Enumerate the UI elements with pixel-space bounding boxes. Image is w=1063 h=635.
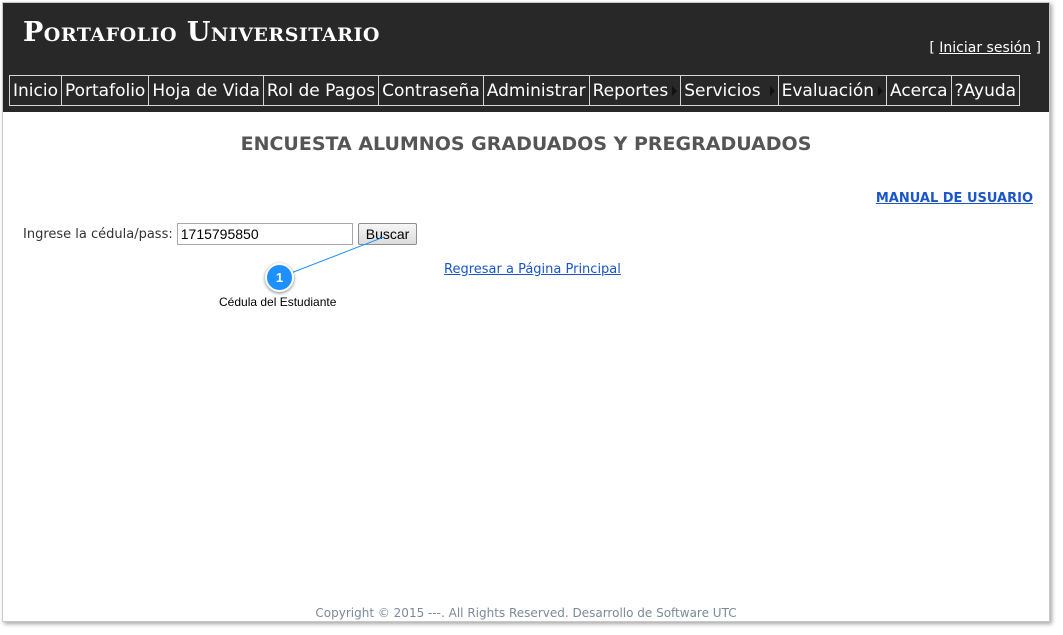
menu-item-label: Servicios: [684, 80, 761, 101]
menu-item-label: Inicio: [13, 80, 58, 101]
login-link[interactable]: Iniciar sesión: [939, 40, 1031, 56]
main-menu: Inicio Portafolio Hoja de Vida Rol de Pa…: [9, 75, 1021, 106]
annotation-label: Cédula del Estudiante: [219, 295, 337, 309]
menu-item-portafolio[interactable]: Portafolio: [60, 75, 150, 106]
menu-item-label: Rol de Pagos: [266, 80, 376, 101]
menu-item-label: Evaluación: [781, 80, 874, 101]
search-form: Ingrese la cédula/pass: Buscar: [23, 223, 418, 245]
login-bracket-open: [: [929, 40, 940, 56]
login-bracket-close: ]: [1031, 40, 1041, 56]
menu-item-evaluacion[interactable]: Evaluación: [777, 75, 887, 106]
submenu-arrow-icon: [769, 85, 775, 96]
footer-copyright: Copyright © 2015 ---. All Rights Reserve…: [315, 606, 737, 620]
menu-item-servicios[interactable]: Servicios: [680, 75, 779, 106]
submenu-arrow-icon: [672, 85, 678, 96]
annotation-badge: 1: [265, 263, 294, 292]
menu-item-label: Administrar: [486, 80, 586, 101]
menu-item-label: Hoja de Vida: [152, 80, 260, 101]
menu-item-administrar[interactable]: Administrar: [482, 75, 590, 106]
menu-item-label: Contraseña: [382, 80, 480, 101]
menu-item-acerca[interactable]: Acerca: [886, 75, 952, 106]
menu-item-ayuda[interactable]: ?Ayuda: [950, 75, 1021, 106]
menu-item-inicio[interactable]: Inicio: [9, 75, 62, 106]
submenu-arrow-icon: [878, 85, 883, 96]
search-button[interactable]: Buscar: [357, 223, 418, 245]
site-header: Portafolio Universitario [ Iniciar sesió…: [3, 3, 1049, 112]
menu-item-reportes[interactable]: Reportes: [588, 75, 682, 106]
menu-item-label: Portafolio: [64, 80, 146, 101]
login-area: [ Iniciar sesión ]: [929, 40, 1041, 56]
page-title: ENCUESTA ALUMNOS GRADUADOS Y PREGRADUADO…: [240, 133, 812, 155]
back-to-home-link[interactable]: Regresar a Página Principal: [444, 262, 621, 277]
menu-item-label: Reportes: [592, 80, 669, 101]
menu-item-hoja-de-vida[interactable]: Hoja de Vida: [148, 75, 264, 106]
manual-link[interactable]: MANUAL DE USUARIO: [876, 191, 1033, 206]
menu-item-label: ?Ayuda: [954, 80, 1017, 101]
menu-item-rol-de-pagos[interactable]: Rol de Pagos: [262, 75, 380, 106]
cedula-input[interactable]: [176, 223, 353, 245]
search-label: Ingrese la cédula/pass:: [23, 226, 173, 242]
menu-item-contrasena[interactable]: Contraseña: [378, 75, 484, 106]
browser-page: Portafolio Universitario [ Iniciar sesió…: [2, 2, 1050, 622]
site-title: Portafolio Universitario: [23, 17, 380, 48]
menu-item-label: Acerca: [890, 80, 948, 101]
